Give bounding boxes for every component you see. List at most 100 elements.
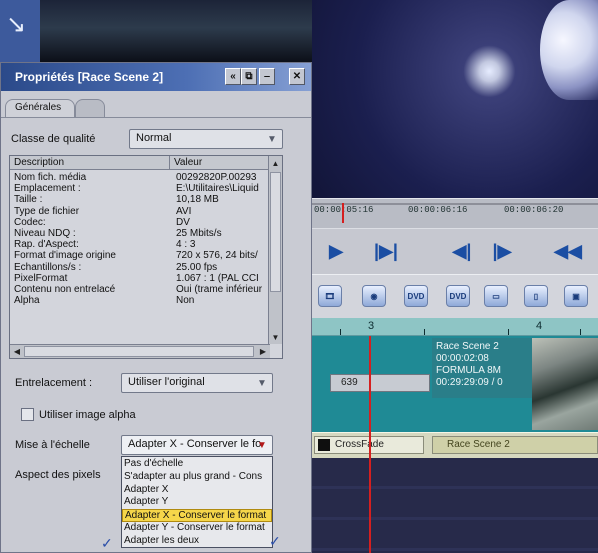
table-row[interactable]: Type de fichier AVI <box>10 206 268 217</box>
audio-tracks[interactable] <box>312 458 598 553</box>
confirm-check-icon[interactable]: ✓ <box>101 535 113 552</box>
scroll-down-icon[interactable]: ▼ <box>270 331 281 343</box>
table-header: Description Valeur <box>10 156 268 170</box>
scroll-thumb-horizontal[interactable] <box>24 346 254 357</box>
table-row[interactable]: Format d'image origine 720 x 576, 24 bits… <box>10 250 268 261</box>
table-row[interactable]: Nom fich. média 00292820P.00293 <box>10 172 268 183</box>
scroll-left-icon[interactable]: ◀ <box>11 345 23 358</box>
vertical-scrollbar[interactable]: ▲ ▼ <box>268 156 282 344</box>
table-row[interactable]: Emplacement : E:\Utilitaires\Liquid <box>10 183 268 194</box>
dropdown-option[interactable]: Adapter Y - Conserver le format <box>122 522 272 535</box>
ruler-number-3: 3 <box>368 320 375 332</box>
table-row[interactable]: Niveau NDQ : 25 Mbits/s <box>10 228 268 239</box>
interlacing-select[interactable]: Utiliser l'original ▼ <box>121 373 273 393</box>
rewind-icon: ◀◀ <box>554 240 582 261</box>
collapse-button[interactable]: « <box>225 68 241 85</box>
dropdown-option[interactable]: Adapter X <box>122 484 272 497</box>
properties-table[interactable]: Description Valeur Nom fich. média 002928… <box>9 155 283 359</box>
column-header-description[interactable]: Description <box>10 156 170 170</box>
confirm-check-icon[interactable]: ✓ <box>269 533 281 550</box>
position-marker[interactable] <box>342 203 344 223</box>
step-forward-button[interactable]: |▶ <box>482 239 522 263</box>
cell-description: PixelFormat <box>14 272 68 284</box>
step-back-button[interactable]: ◀| <box>442 239 482 263</box>
scroll-up-icon[interactable]: ▲ <box>270 157 281 169</box>
save-icon[interactable]: ▣ <box>564 285 588 307</box>
timecode-2: 00:00:06:16 <box>408 205 468 215</box>
tab-divider <box>1 117 311 118</box>
dropdown-option[interactable]: Pas d'échelle <box>122 458 272 471</box>
step-forward-icon: |▶ <box>492 240 512 261</box>
transport-controls: ▶ |▶| ◀| |▶ ◀◀ <box>312 228 598 274</box>
folder-icon[interactable]: ▭ <box>484 285 508 307</box>
minimize-button[interactable]: ‒ <box>259 68 275 85</box>
dvd-burn-icon[interactable]: DVD <box>446 285 470 307</box>
arrow-icon: ↘ <box>6 11 27 38</box>
clip-timecode: 00:29:29:09 / 0 <box>436 377 503 388</box>
table-row[interactable]: Contenu non entrelacé Oui (trame inférieu… <box>10 284 268 295</box>
table-row[interactable]: Alpha Non <box>10 295 268 306</box>
chevron-down-icon: ▼ <box>257 377 267 389</box>
table-row[interactable]: Echantillons/s : 25.00 fps <box>10 262 268 273</box>
cell-value: 720 x 576, 24 bits/ <box>176 250 258 262</box>
transition-clip-right[interactable]: Race Scene 2 <box>432 436 598 454</box>
crossfade-label: CrossFade <box>335 439 384 450</box>
restore-icon: ⧉ <box>245 71 253 82</box>
cell-description: Rap. d'Aspect: <box>14 239 79 251</box>
cell-value: AVI <box>176 205 192 217</box>
clip-race-scene[interactable]: Race Scene 2 00:00:02:08 FORMULA 8M 00:2… <box>432 338 532 398</box>
phone-icon[interactable]: ▯ <box>524 285 548 307</box>
properties-dialog: Propriétés [Race Scene 2] « ⧉ ‒ ✕ Généra… <box>0 62 312 553</box>
cell-description: Alpha <box>14 295 40 307</box>
use-alpha-label[interactable]: Utiliser image alpha <box>39 409 136 421</box>
rewind-button[interactable]: ◀◀ <box>548 239 588 263</box>
dropdown-option[interactable]: Adapter X - Conserver le format <box>122 509 272 522</box>
dvd-icon[interactable]: DVD <box>404 285 428 307</box>
clip-thumbnail[interactable] <box>532 338 598 430</box>
table-row[interactable]: Taille : 10,18 MB <box>10 194 268 205</box>
tab-generales[interactable]: Générales <box>5 99 75 117</box>
dropdown-option[interactable]: S'adapter au plus grand - Cons <box>122 471 272 484</box>
globe-icon[interactable]: ◉ <box>362 285 386 307</box>
dropdown-option[interactable]: Adapter Y <box>122 496 272 509</box>
cell-description: Nom fich. média <box>14 172 87 183</box>
horizontal-scrollbar[interactable]: ◀ ▶ <box>10 344 270 358</box>
quality-class-label: Classe de qualité <box>11 133 96 145</box>
table-row[interactable]: Codec: DV <box>10 217 268 228</box>
ruler-number-4: 4 <box>536 320 543 332</box>
close-button[interactable]: ✕ <box>289 68 305 85</box>
play-range-icon: |▶| <box>374 240 398 261</box>
scroll-right-icon[interactable]: ▶ <box>257 345 269 358</box>
scaling-select[interactable]: Adapter X - Conserver le fo ▼ <box>121 435 273 455</box>
table-row[interactable]: PixelFormat 1.067 : 1 (PAL CCI <box>10 273 268 284</box>
interlacing-label: Entrelacement : <box>15 377 93 389</box>
ruler-tick <box>580 329 581 335</box>
interlacing-value: Utiliser l'original <box>128 376 205 388</box>
timecode-ruler[interactable]: 00:00:05:16 00:00:06:16 00:00:06:20 <box>312 198 598 228</box>
tab-secondary[interactable] <box>75 99 105 117</box>
timeline-toolbar: 🎞 ◉ DVD DVD ▭ ▯ ▣ <box>312 274 598 318</box>
play-icon: ▶ <box>329 240 343 261</box>
play-range-button[interactable]: |▶| <box>366 239 406 263</box>
quality-class-value: Normal <box>136 132 172 144</box>
dropdown-option[interactable]: Adapter les deux <box>122 535 272 548</box>
cell-value: DV <box>176 216 190 228</box>
film-icon[interactable]: 🎞 <box>318 285 342 307</box>
cell-description: Codec: <box>14 216 46 228</box>
scroll-thumb[interactable] <box>270 172 281 292</box>
restore-button[interactable]: ⧉ <box>241 68 257 85</box>
table-row[interactable]: Rap. d'Aspect: 4 : 3 <box>10 239 268 250</box>
quality-class-select[interactable]: Normal ▼ <box>129 129 283 149</box>
playhead[interactable] <box>369 336 371 553</box>
scaling-value: Adapter X - Conserver le fo <box>128 438 262 450</box>
dialog-titlebar[interactable]: Propriétés [Race Scene 2] « ⧉ ‒ ✕ <box>1 63 311 91</box>
timeline-ruler[interactable]: 3 4 <box>312 318 598 336</box>
column-header-value[interactable]: Valeur <box>170 156 268 170</box>
use-alpha-checkbox[interactable] <box>21 408 34 421</box>
cell-description: Emplacement : <box>14 183 81 195</box>
preview-planet-image <box>540 0 598 100</box>
pixel-aspect-label: Aspect des pixels <box>15 469 101 481</box>
play-button[interactable]: ▶ <box>316 239 356 263</box>
clip-small[interactable]: 639 <box>330 374 430 392</box>
back-arrow-button[interactable]: ↘ <box>0 0 40 62</box>
